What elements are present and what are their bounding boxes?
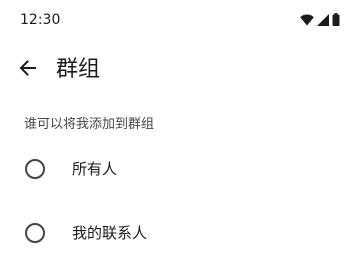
option-label: 所有人 xyxy=(72,160,118,178)
option-my-contacts[interactable]: 我的联系人 xyxy=(0,209,360,257)
radio-button[interactable] xyxy=(25,159,45,179)
radio-button[interactable] xyxy=(25,223,45,243)
battery-icon xyxy=(332,13,340,26)
option-label: 我的联系人 xyxy=(72,224,148,242)
page-title: 群组 xyxy=(56,57,101,82)
screen: 12:30 群组 谁可以将我添加到群组 所有人 我的联系人 xyxy=(0,0,360,260)
status-icons xyxy=(300,13,340,26)
wifi-icon xyxy=(300,14,314,26)
arrow-back-icon xyxy=(18,58,38,82)
app-bar: 群组 xyxy=(0,48,360,92)
status-time: 12:30 xyxy=(20,12,61,28)
cellular-signal-icon xyxy=(317,13,329,26)
back-button[interactable] xyxy=(14,56,42,84)
option-everyone[interactable]: 所有人 xyxy=(0,145,360,193)
status-bar: 12:30 xyxy=(0,0,360,40)
section-label: 谁可以将我添加到群组 xyxy=(24,117,155,132)
